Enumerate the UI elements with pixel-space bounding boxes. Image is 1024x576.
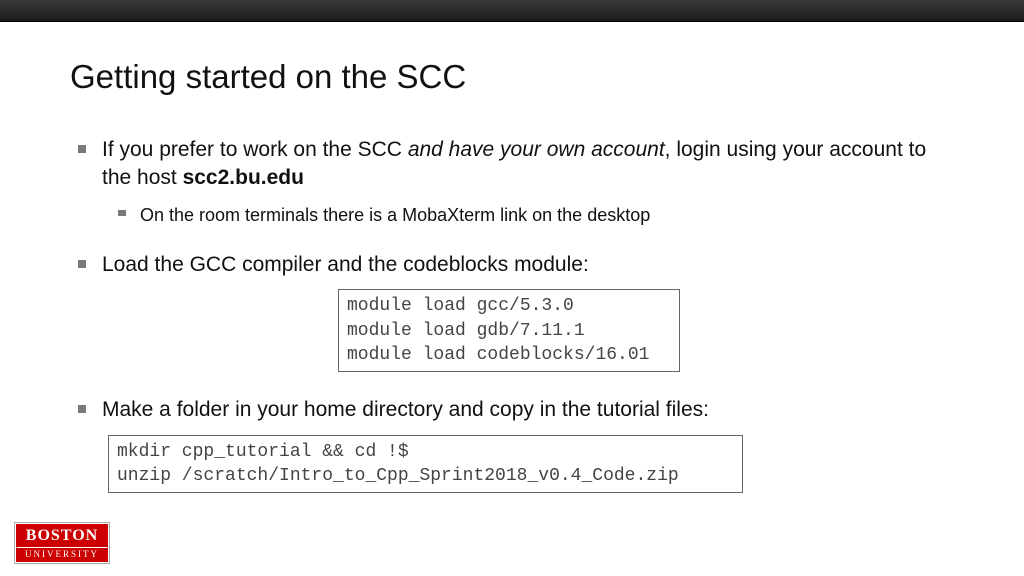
code-block-modules: module load gcc/5.3.0 module load gdb/7.… [338,289,680,372]
sub-bullet-text: On the room terminals there is a MobaXte… [140,203,650,227]
bullet-item-3: Make a folder in your home directory and… [78,396,954,493]
logo-bottom-text: UNIVERSITY [16,547,108,562]
bullet-item-1: If you prefer to work on the SCC and hav… [78,136,954,227]
logo-top-text: BOSTON [16,524,108,547]
text-fragment-bold: scc2.bu.edu [183,166,304,189]
window-topbar [0,0,1024,22]
bullet-text-3: Make a folder in your home directory and… [102,396,709,424]
text-fragment: If you prefer to work on the SCC [102,138,408,161]
bu-logo: BOSTON UNIVERSITY [14,522,110,564]
slide-title: Getting started on the SCC [70,58,954,96]
bullet-text-1: If you prefer to work on the SCC and hav… [102,136,954,193]
bullet-icon [78,405,86,413]
bullet-list: If you prefer to work on the SCC and hav… [70,136,954,493]
bullet-icon [78,260,86,268]
slide-body: Getting started on the SCC If you prefer… [0,22,1024,493]
bullet-item-2: Load the GCC compiler and the codeblocks… [78,251,954,372]
code-block-mkdir: mkdir cpp_tutorial && cd !$ unzip /scrat… [108,435,743,494]
bullet-icon [78,145,86,153]
bullet-icon [118,210,126,216]
sub-bullet-list: On the room terminals there is a MobaXte… [78,203,954,227]
bullet-text-2: Load the GCC compiler and the codeblocks… [102,251,589,279]
text-fragment-italic: and have your own account [408,138,665,161]
sub-bullet-item: On the room terminals there is a MobaXte… [118,203,954,227]
